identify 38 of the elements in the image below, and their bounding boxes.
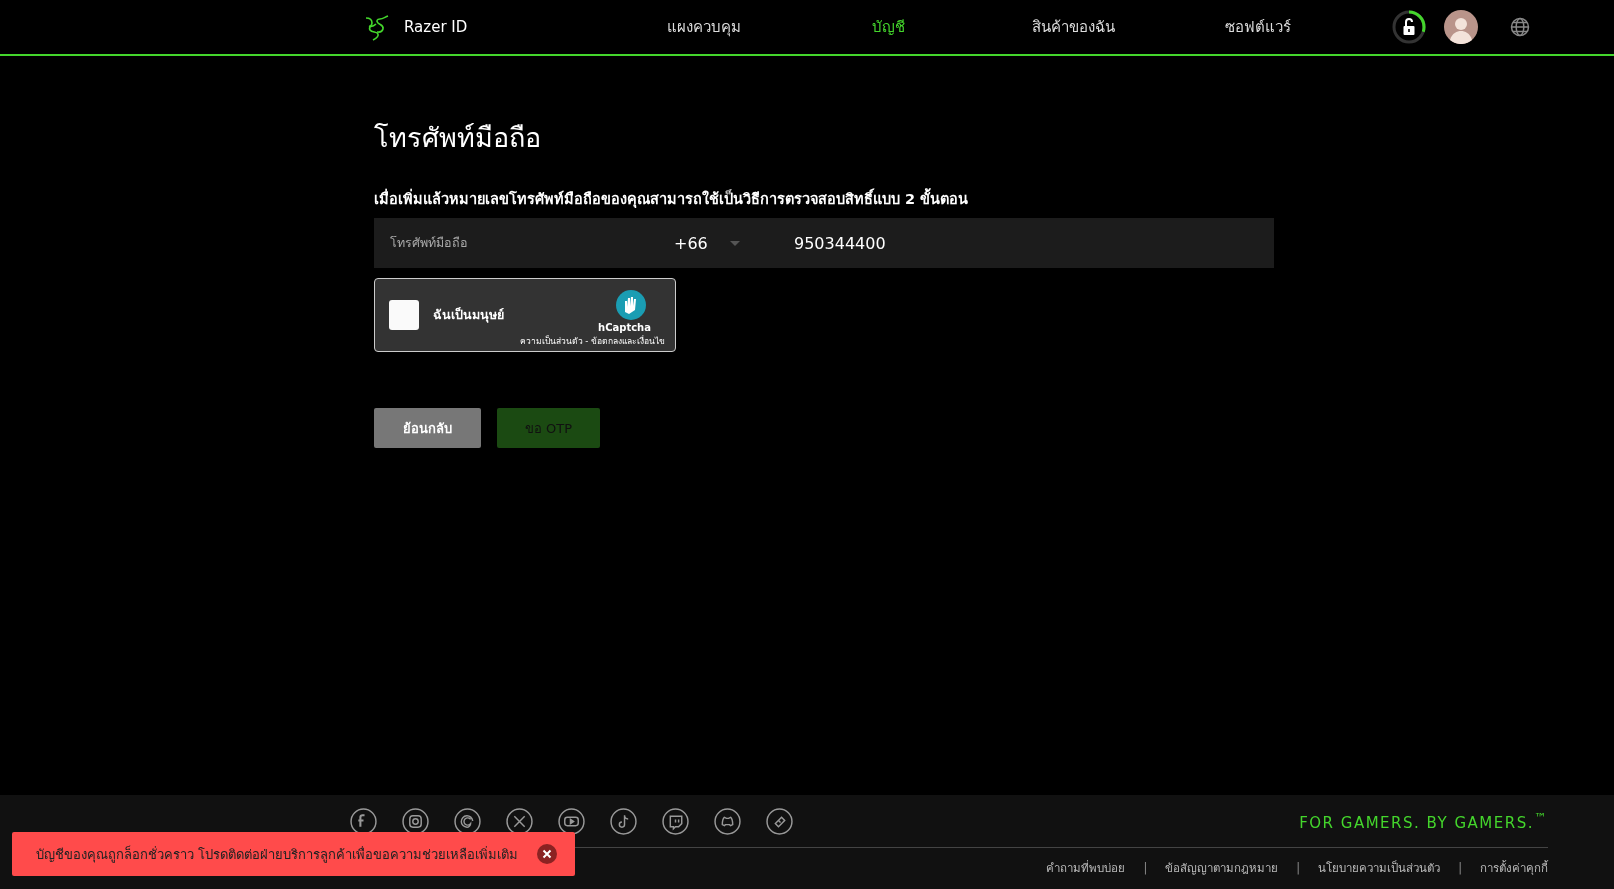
nav-tab[interactable]: ซอฟต์แวร์	[1165, 9, 1350, 45]
social-icon[interactable]	[350, 807, 377, 835]
avatar-icon[interactable]	[1444, 10, 1478, 44]
captcha-links[interactable]: ความเป็นส่วนตัว - ข้อตกลงและเงื่อนไข	[519, 333, 665, 348]
social-icon[interactable]	[662, 807, 689, 835]
divider-mark: |	[1296, 861, 1301, 875]
divider-mark: |	[1143, 861, 1148, 875]
social-icon[interactable]	[558, 807, 585, 835]
nav-tab[interactable]: แผงควบคุม	[612, 9, 797, 45]
footer-link[interactable]: คำถามที่พบบ่อย	[1046, 859, 1126, 877]
security-lock-meter[interactable]	[1390, 8, 1428, 46]
social-icon[interactable]	[454, 807, 481, 835]
hand-logo-icon	[615, 288, 647, 321]
globe-icon[interactable]	[1510, 17, 1530, 37]
social-icon[interactable]	[506, 807, 533, 835]
phone-number-input[interactable]: 950344400	[794, 233, 1094, 253]
page-title: โทรศัพท์มือถือ	[374, 121, 542, 155]
captcha-checkbox[interactable]	[389, 300, 419, 330]
country-code-select[interactable]: +66	[674, 233, 708, 253]
toast-message: บัญชีของคุณถูกล็อกชั่วคราว โปรดติดต่อฝ่ายบริการลูกค้าเพื่อขอความช่วยเหลือเพิ่มเติม	[36, 844, 520, 865]
brand-name[interactable]: Razer ID	[404, 18, 468, 36]
footer-link[interactable]: นโยบายความเป็นส่วนตัว	[1318, 859, 1441, 877]
nav-tab[interactable]: สินค้าของฉัน	[981, 9, 1166, 45]
footer-link[interactable]: การตั้งค่าคุกกี้	[1480, 859, 1548, 877]
social-icon[interactable]	[714, 807, 741, 835]
captcha-label: ฉันเป็นมนุษย์	[433, 306, 505, 325]
close-button[interactable]	[537, 844, 557, 864]
nav-tab[interactable]: บัญชี	[796, 9, 981, 45]
field-label: โทรศัพท์มือถือ	[390, 234, 469, 252]
back-button[interactable]: ย้อนกลับ	[374, 408, 481, 448]
captcha-brand: hCaptcha	[598, 321, 651, 333]
description-text: เมื่อเพิ่มแล้วหมายเลขโทรศัพท์มือถือของคุณสามารถใช้เป็นวิธีการตรวจสอบสิทธิ์แบบ 2 ขั้นตอน	[374, 187, 1274, 210]
social-icon[interactable]	[402, 807, 429, 835]
social-icon[interactable]	[766, 807, 793, 835]
divider-mark: |	[1458, 861, 1462, 875]
footer-link[interactable]: ข้อสัญญาตามกฎหมาย	[1165, 859, 1279, 877]
social-icon[interactable]	[610, 807, 637, 835]
tagline: FOR GAMERS. BY GAMERS.$^{™}$	[1299, 810, 1548, 832]
